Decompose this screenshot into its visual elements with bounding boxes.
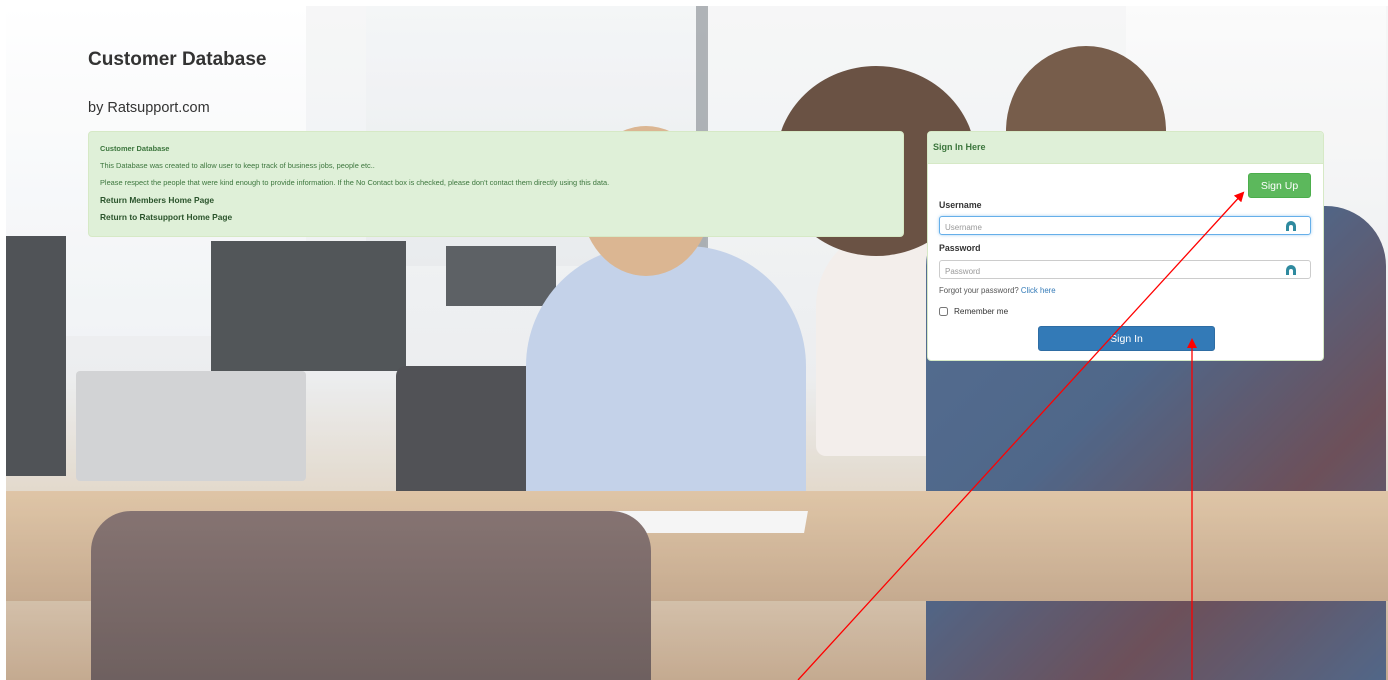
info-panel: Customer Database This Database was crea… [88,131,904,237]
password-input[interactable] [940,263,1275,280]
return-ratsupport-home-link[interactable]: Return to Ratsupport Home Page [100,212,892,222]
remember-me-label: Remember me [954,307,1009,316]
sign-up-button[interactable]: Sign Up [1248,173,1311,198]
forgot-password-text: Forgot your password? [939,286,1019,295]
info-panel-line: Please respect the people that were kind… [100,178,610,187]
page-subtitle: by Ratsupport.com [88,100,210,116]
password-field-wrapper [939,260,1311,280]
username-label: Username [939,200,982,210]
password-manager-icon[interactable] [1286,221,1296,231]
info-panel-title: Customer Database [100,144,170,153]
page-title: Customer Database [88,49,267,70]
sign-in-button[interactable]: Sign In [1038,326,1215,351]
username-input[interactable] [940,219,1275,236]
sign-in-panel: Sign In Here Sign Up Username Password F… [927,131,1324,361]
password-label: Password [939,243,981,253]
info-panel-line: This Database was created to allow user … [100,161,375,170]
sign-in-panel-heading: Sign In Here [928,132,1323,164]
username-field-wrapper [939,216,1311,236]
forgot-password-row: Forgot your password? Click here [939,286,1056,295]
remember-me-row[interactable]: Remember me [939,307,1008,316]
forgot-password-link[interactable]: Click here [1021,286,1056,295]
remember-me-checkbox[interactable] [939,307,948,316]
return-members-home-link[interactable]: Return Members Home Page [100,195,892,205]
password-manager-icon[interactable] [1286,265,1296,275]
